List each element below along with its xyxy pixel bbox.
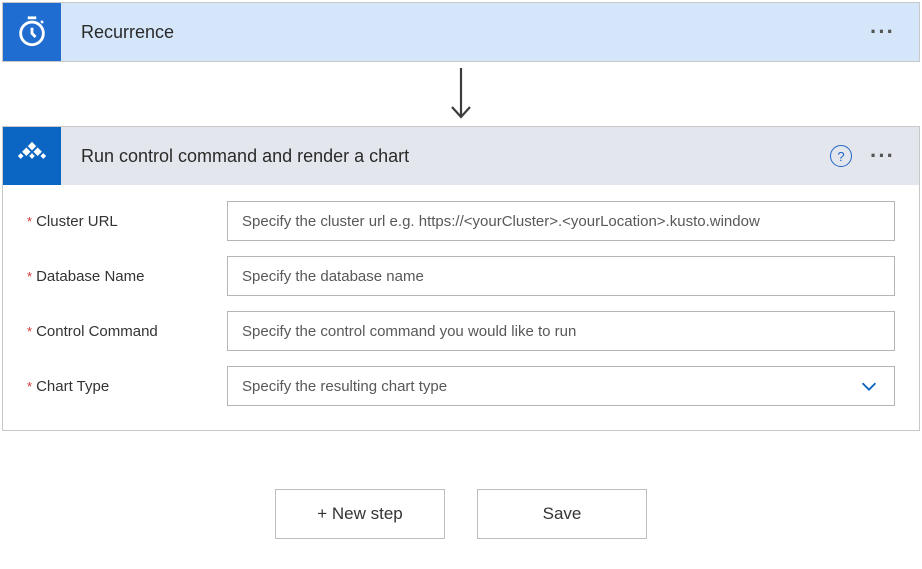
required-asterisk: * [27,324,32,339]
label-text: Control Command [36,323,158,340]
arrow-down-icon [446,66,476,122]
cluster-url-input[interactable] [227,201,895,241]
chevron-down-icon [858,375,880,397]
chart-type-row: * Chart Type Specify the resulting chart… [27,366,895,406]
clock-icon [15,15,49,49]
kusto-header[interactable]: Run control command and render a chart ?… [3,127,919,185]
cluster-url-label: * Cluster URL [27,213,227,230]
control-command-input[interactable] [227,311,895,351]
label-text: Cluster URL [36,213,118,230]
footer-buttons: + New step Save [2,489,920,539]
ellipsis-icon[interactable]: ··· [870,21,895,43]
label-text: Database Name [36,268,144,285]
database-name-label: * Database Name [27,268,227,285]
required-asterisk: * [27,379,32,394]
recurrence-icon-box [3,3,61,61]
label-text: Chart Type [36,378,109,395]
recurrence-step-card: Recurrence ··· [2,2,920,62]
kusto-title: Run control command and render a chart [61,146,830,167]
help-icon[interactable]: ? [830,145,852,167]
kusto-actions: ? ··· [830,145,919,167]
ellipsis-icon[interactable]: ··· [870,145,895,167]
flow-arrow-connector [2,62,920,126]
recurrence-actions: ··· [870,21,919,43]
database-name-input[interactable] [227,256,895,296]
cluster-url-row: * Cluster URL [27,201,895,241]
control-command-row: * Control Command [27,311,895,351]
control-command-label: * Control Command [27,323,227,340]
new-step-button[interactable]: + New step [275,489,445,539]
data-explorer-icon [14,138,50,174]
kusto-step-card: Run control command and render a chart ?… [2,126,920,431]
chart-type-label: * Chart Type [27,378,227,395]
database-name-row: * Database Name [27,256,895,296]
recurrence-header[interactable]: Recurrence ··· [3,3,919,61]
select-placeholder: Specify the resulting chart type [242,378,447,395]
required-asterisk: * [27,214,32,229]
kusto-form: * Cluster URL * Database Name * Control … [3,185,919,430]
recurrence-title: Recurrence [61,22,870,43]
save-button[interactable]: Save [477,489,647,539]
kusto-icon-box [3,127,61,185]
chart-type-select[interactable]: Specify the resulting chart type [227,366,895,406]
required-asterisk: * [27,269,32,284]
